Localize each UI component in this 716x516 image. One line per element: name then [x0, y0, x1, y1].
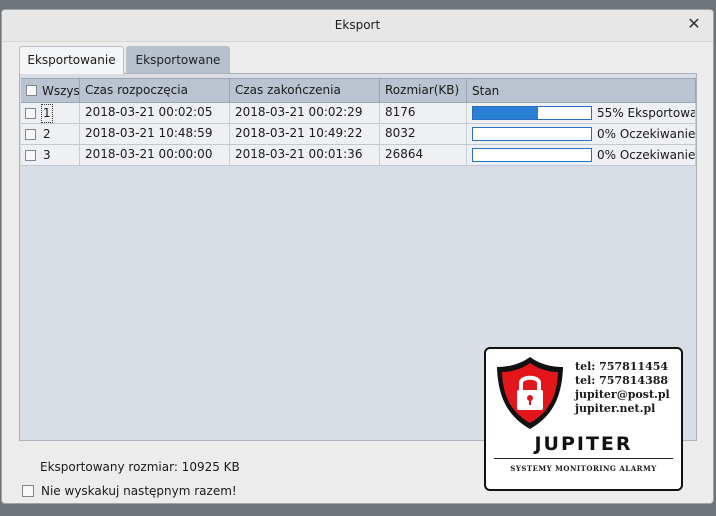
progress-bar — [472, 106, 592, 120]
end-time-cell: 2018-03-21 00:01:36 — [230, 145, 380, 165]
row-select-cell: 2 — [21, 124, 80, 144]
phone-1: tel: 757811454 — [575, 360, 669, 373]
progress-fill — [473, 107, 538, 119]
progress-bar — [472, 148, 592, 162]
status-text: 0% Oczekiwanie — [597, 147, 696, 162]
table-row[interactable]: 3 2018-03-21 00:00:00 2018-03-21 00:01:3… — [21, 145, 696, 166]
window-title: Eksport — [334, 18, 381, 32]
end-time-cell: 2018-03-21 10:49:22 — [230, 124, 380, 144]
dont-show-again-label: Nie wyskakuj następnym razem! — [41, 484, 237, 498]
column-header-start[interactable]: Czas rozpoczęcia — [80, 79, 230, 102]
dont-show-again-option[interactable]: Nie wyskakuj następnym razem! — [22, 484, 237, 498]
status-text: 55% Eksportowan — [597, 105, 696, 120]
size-cell: 8032 — [380, 124, 467, 144]
status-text: 0% Oczekiwanie — [597, 126, 696, 141]
status-cell: 0% Oczekiwanie — [467, 124, 696, 144]
size-cell: 26864 — [380, 145, 467, 165]
table-row[interactable]: 1 2018-03-21 00:02:05 2018-03-21 00:02:2… — [21, 103, 696, 124]
select-all-checkbox[interactable] — [26, 85, 37, 96]
website: jupiter.net.pl — [575, 402, 656, 415]
contact-info: tel: 757811454 tel: 757814388 jupiter@po… — [575, 360, 670, 416]
phone-2: tel: 757814388 — [575, 374, 669, 387]
start-time-cell: 2018-03-21 00:02:05 — [80, 103, 230, 123]
start-time-cell: 2018-03-21 10:48:59 — [80, 124, 230, 144]
table-row[interactable]: 2 2018-03-21 10:48:59 2018-03-21 10:49:2… — [21, 124, 696, 145]
end-time-cell: 2018-03-21 00:02:29 — [230, 103, 380, 123]
row-select-cell: 3 — [21, 145, 80, 165]
email: jupiter@post.pl — [575, 388, 670, 401]
column-header-size[interactable]: Rozmiar(KB) — [380, 79, 467, 102]
progress-bar — [472, 127, 592, 141]
row-checkbox[interactable] — [25, 149, 36, 161]
dont-show-again-checkbox[interactable] — [22, 485, 34, 497]
column-header-select-all: Wszys — [21, 79, 80, 102]
row-checkbox[interactable] — [25, 107, 36, 119]
jupiter-watermark: tel: 757811454 tel: 757814388 jupiter@po… — [484, 347, 683, 491]
title-bar: Eksport ✕ — [2, 10, 713, 42]
column-header-status[interactable]: Stan — [467, 79, 696, 102]
table-header: Wszys Czas rozpoczęcia Czas zakończenia … — [21, 78, 696, 103]
exported-size-label: Eksportowany rozmiar: 10925 KB — [40, 460, 240, 474]
status-cell: 55% Eksportowan — [467, 103, 696, 123]
column-header-label: Stan — [472, 83, 500, 98]
export-table: Wszys Czas rozpoczęcia Czas zakończenia … — [21, 78, 696, 166]
row-checkbox[interactable] — [25, 128, 36, 140]
start-time-cell: 2018-03-21 00:00:00 — [80, 145, 230, 165]
status-cell: 0% Oczekiwanie — [467, 145, 696, 165]
column-header-end[interactable]: Czas zakończenia — [230, 79, 380, 102]
tab-exporting[interactable]: Eksportowanie — [19, 46, 124, 74]
tab-exported[interactable]: Eksportowane — [126, 46, 230, 73]
size-cell: 8176 — [380, 103, 467, 123]
divider — [494, 458, 673, 459]
row-index: 1 — [41, 103, 53, 123]
row-select-cell: 1 — [21, 103, 80, 123]
close-icon[interactable]: ✕ — [685, 15, 703, 33]
brand-tagline: SYSTEMY MONITORING ALARMY — [510, 464, 657, 473]
column-header-label: Wszys — [42, 83, 80, 98]
brand-name: JUPITER — [534, 433, 633, 455]
shield-lock-icon — [497, 357, 563, 429]
row-index: 2 — [43, 126, 51, 141]
row-index: 3 — [43, 147, 51, 162]
